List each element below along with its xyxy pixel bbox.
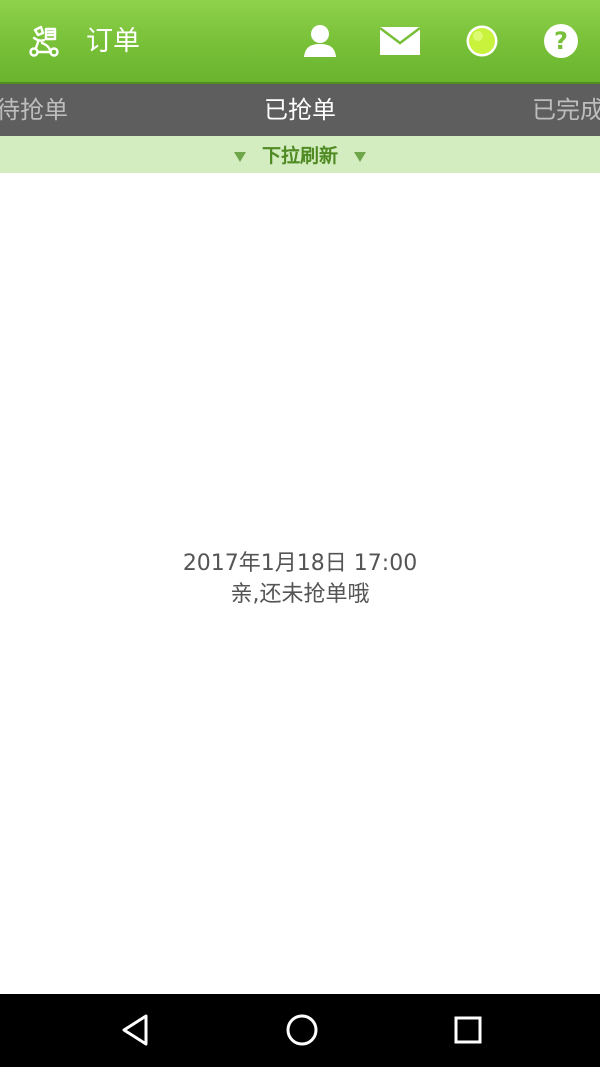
help-icon[interactable]: ? — [538, 18, 584, 64]
recent-apps-icon[interactable] — [438, 1002, 498, 1058]
page-title: 订单 — [86, 26, 140, 57]
app-screen: 订单 ? 待抢单 已抢单 已完成 下拉刷新 2017年1月18日 17:00 亲… — [0, 0, 600, 1067]
empty-timestamp: 2017年1月18日 17:00 — [182, 551, 418, 576]
svg-text:?: ? — [554, 27, 568, 55]
system-nav-bar — [0, 994, 600, 1067]
tab-completed[interactable]: 已完成 — [532, 84, 600, 136]
down-arrow-icon — [354, 151, 366, 162]
empty-message: 亲,还未抢单哦 — [230, 582, 370, 607]
mail-icon[interactable] — [377, 18, 423, 64]
status-dot-icon[interactable] — [459, 18, 505, 64]
user-icon[interactable] — [297, 18, 343, 64]
tab-grabbed[interactable]: 已抢单 — [0, 84, 600, 136]
down-arrow-icon — [233, 151, 246, 162]
back-icon[interactable] — [106, 1002, 166, 1058]
pull-to-refresh-bar: 下拉刷新 — [0, 136, 600, 173]
app-header: 订单 ? — [0, 0, 600, 84]
home-icon[interactable] — [272, 1002, 332, 1058]
rider-logo-icon — [26, 22, 64, 60]
order-tabs: 待抢单 已抢单 已完成 — [0, 84, 600, 136]
empty-state: 2017年1月18日 17:00 亲,还未抢单哦 — [0, 548, 600, 610]
refresh-label: 下拉刷新 — [261, 145, 338, 167]
